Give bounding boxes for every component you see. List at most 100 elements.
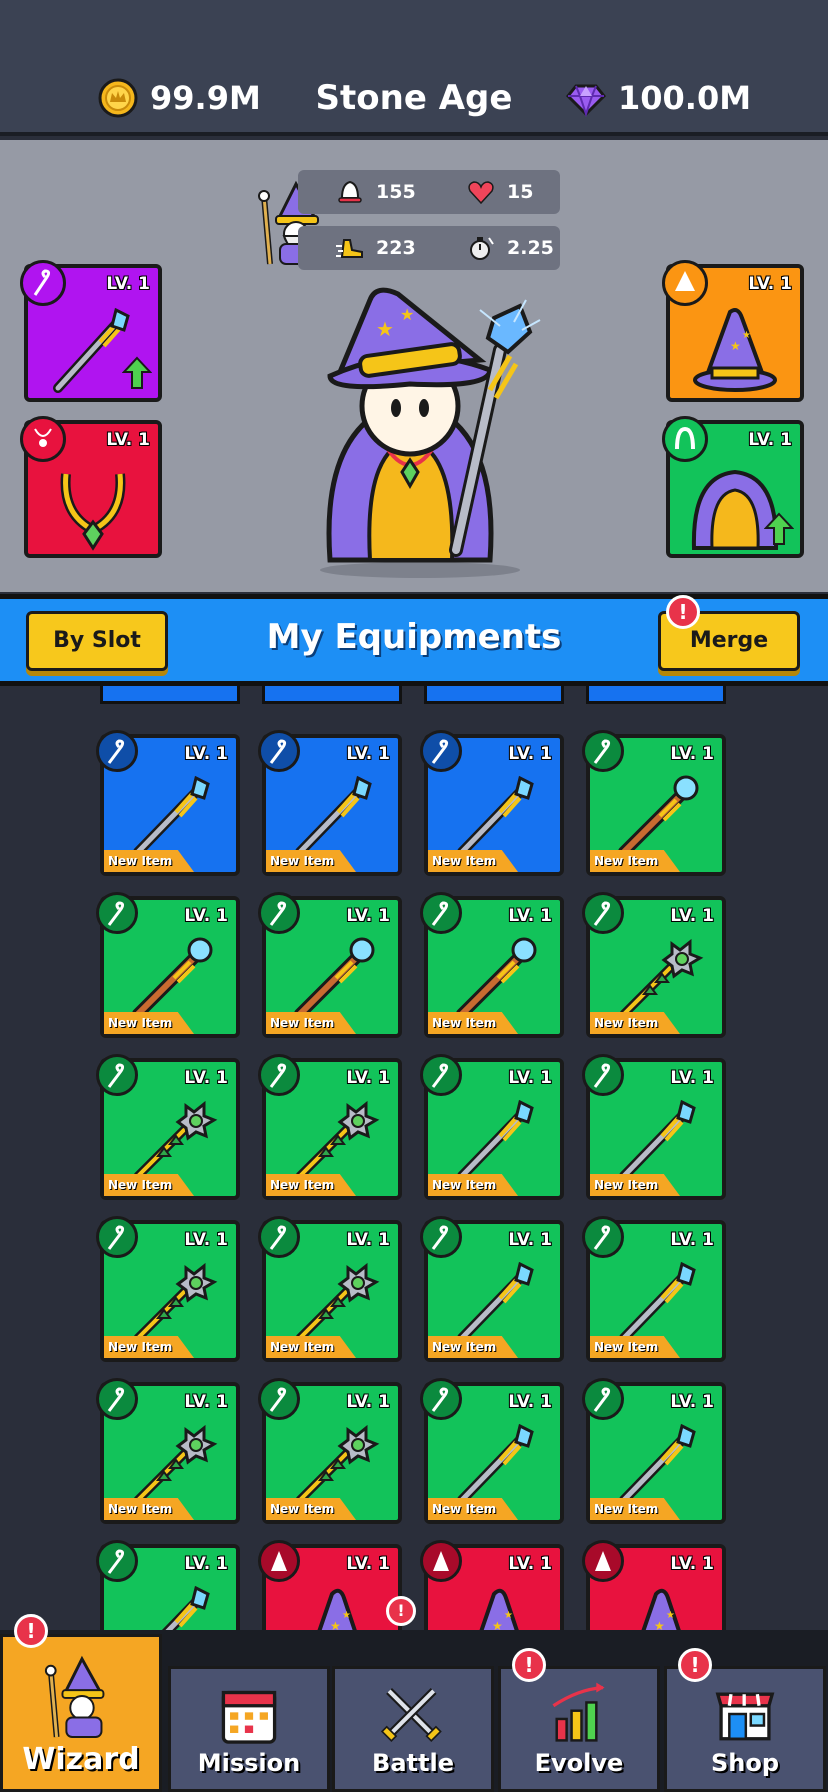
tab-wizard[interactable]: Wizard <box>0 1634 162 1792</box>
item-level: LV. 1 <box>670 1392 714 1412</box>
tab-alert-badge: ! <box>14 1614 48 1648</box>
heart-icon <box>468 181 494 205</box>
mace-staff-icon <box>133 1262 218 1343</box>
svg-text:★: ★ <box>492 1619 503 1630</box>
mace-staff-icon <box>619 938 704 1019</box>
equipment-card[interactable]: LV. 1 New Item <box>582 1378 726 1524</box>
partial-item-strip[interactable] <box>424 686 564 704</box>
item-level: LV. 1 <box>346 1230 390 1250</box>
upgrade-arrow-icon <box>764 512 794 545</box>
svg-text:★: ★ <box>742 330 751 341</box>
equipment-grid: LV. 1 New Item LV. 1 New Item LV. 1 New Item L… <box>0 686 828 1630</box>
item-alert-badge: ! <box>386 1596 416 1626</box>
wizard-hat-icon: ★ ★ <box>693 308 777 392</box>
stat-attack: 155 <box>298 180 429 203</box>
wizard-character: ★ ★ <box>320 287 541 578</box>
orb-staff-icon <box>456 937 537 1020</box>
item-level: LV. 1 <box>184 1068 228 1088</box>
equipment-card[interactable]: LV. 1 New Item <box>420 1216 564 1362</box>
equipment-card[interactable]: LV. 1 New Item <box>582 1054 726 1200</box>
orb-staff-icon <box>294 937 375 1020</box>
item-level: LV. 1 <box>670 744 714 764</box>
partial-item-strip[interactable] <box>586 686 726 704</box>
upgrade-arrow-icon <box>122 356 152 389</box>
item-level: LV. 1 <box>508 1554 552 1574</box>
mace-staff-icon <box>133 1424 218 1505</box>
gem-icon <box>566 84 606 118</box>
slot-level: LV. 1 <box>106 430 150 450</box>
stat-cooldown: 2.25 <box>429 237 560 260</box>
item-level: LV. 1 <box>508 1392 552 1412</box>
equipment-card[interactable]: LV. 1 New Item <box>258 892 402 1038</box>
mace-staff-icon <box>133 1100 218 1181</box>
equipment-card[interactable]: LV. 1 New Item <box>582 1216 726 1362</box>
equipment-card[interactable]: LV. 1 New Item <box>96 1216 240 1362</box>
wizard-hat-icon: ★★ <box>479 1588 519 1630</box>
crystal-staff-icon <box>457 1261 534 1343</box>
equipment-card[interactable]: LV. 1 New Item <box>96 730 240 876</box>
svg-text:★: ★ <box>342 1610 351 1621</box>
tab-evolve[interactable]: Evolve <box>498 1666 660 1792</box>
tab-alert-badge: ! <box>678 1648 712 1682</box>
amulet-icon <box>60 473 126 551</box>
slot-level: LV. 1 <box>106 274 150 294</box>
item-level: LV. 1 <box>670 906 714 926</box>
equipment-card[interactable]: LV. 1 New Item <box>420 892 564 1038</box>
crystal-staff-icon <box>619 1261 696 1343</box>
equipment-card[interactable]: LV. 1 New Item <box>258 1378 402 1524</box>
svg-text:★: ★ <box>376 317 394 341</box>
equipment-card[interactable]: LV. 1 New Item <box>96 892 240 1038</box>
shop-icon <box>715 1692 775 1741</box>
bottom-navigation: Wizard! Mission Battle Evolve! Shop! <box>0 1614 828 1792</box>
equipment-card[interactable]: LV. 1 New Item <box>420 730 564 876</box>
equipment-card[interactable]: LV. 1 New Item <box>582 730 726 876</box>
item-level: LV. 1 <box>346 1554 390 1574</box>
equipment-card[interactable]: LV. 1 ★ ★ <box>582 1540 726 1630</box>
item-level: LV. 1 <box>184 906 228 926</box>
slot-hat[interactable]: LV. 1 ★ ★ <box>662 260 804 402</box>
equipment-card[interactable]: LV. 1 New Item <box>258 1054 402 1200</box>
equipment-card[interactable]: LV. 1 New Item <box>96 1054 240 1200</box>
tab-mission[interactable]: Mission <box>168 1666 330 1792</box>
top-resource-bar: 99.9M Stone Age 100.0M <box>0 0 828 136</box>
equipment-card[interactable]: LV. 1 ★ ★ <box>420 1540 564 1630</box>
boot-icon <box>336 239 363 258</box>
equipment-card[interactable]: LV. 1 New Item <box>582 892 726 1038</box>
partial-item-strip[interactable] <box>262 686 402 704</box>
equipment-card[interactable]: LV. 1 <box>96 1540 240 1630</box>
crystal-staff-icon <box>457 775 534 857</box>
bell-icon <box>338 180 362 203</box>
item-level: LV. 1 <box>346 744 390 764</box>
item-level: LV. 1 <box>670 1554 714 1574</box>
svg-text:★: ★ <box>330 1619 341 1630</box>
equipment-card[interactable]: LV. 1 New Item <box>258 1216 402 1362</box>
partial-item-strip[interactable] <box>100 686 240 704</box>
wizard-hat-icon: ★★ <box>641 1588 681 1630</box>
chart-icon <box>552 1682 605 1742</box>
orb-staff-icon <box>132 937 213 1020</box>
slot-level: LV. 1 <box>748 430 792 450</box>
equipment-card[interactable]: LV. 1 ★ ★ <box>258 1540 402 1630</box>
equipment-card[interactable]: LV. 1 New Item <box>420 1378 564 1524</box>
tab-label: Shop <box>710 1749 780 1777</box>
item-level: LV. 1 <box>346 906 390 926</box>
item-level: LV. 1 <box>346 1392 390 1412</box>
tab-label: Evolve <box>534 1749 624 1777</box>
svg-text:★: ★ <box>666 1610 675 1621</box>
svg-text:★: ★ <box>730 339 741 353</box>
equipment-card[interactable]: LV. 1 New Item <box>420 1054 564 1200</box>
mace-staff-icon <box>295 1424 380 1505</box>
svg-text:★: ★ <box>654 1619 665 1630</box>
item-level: LV. 1 <box>508 1230 552 1250</box>
equipment-card[interactable]: LV. 1 New Item <box>258 730 402 876</box>
slot-amulet[interactable]: LV. 1 <box>20 416 162 558</box>
slot-cloak[interactable]: LV. 1 <box>662 416 804 558</box>
mace-staff-icon <box>295 1100 380 1181</box>
stat-speed: 223 <box>298 237 429 259</box>
equipment-card[interactable]: LV. 1 New Item <box>96 1378 240 1524</box>
crystal-staff-icon <box>457 1099 534 1181</box>
slot-weapon[interactable]: LV. 1 <box>20 260 162 402</box>
svg-text:★: ★ <box>400 305 414 324</box>
tab-battle[interactable]: Battle <box>332 1666 494 1792</box>
tab-shop[interactable]: Shop <box>664 1666 826 1792</box>
